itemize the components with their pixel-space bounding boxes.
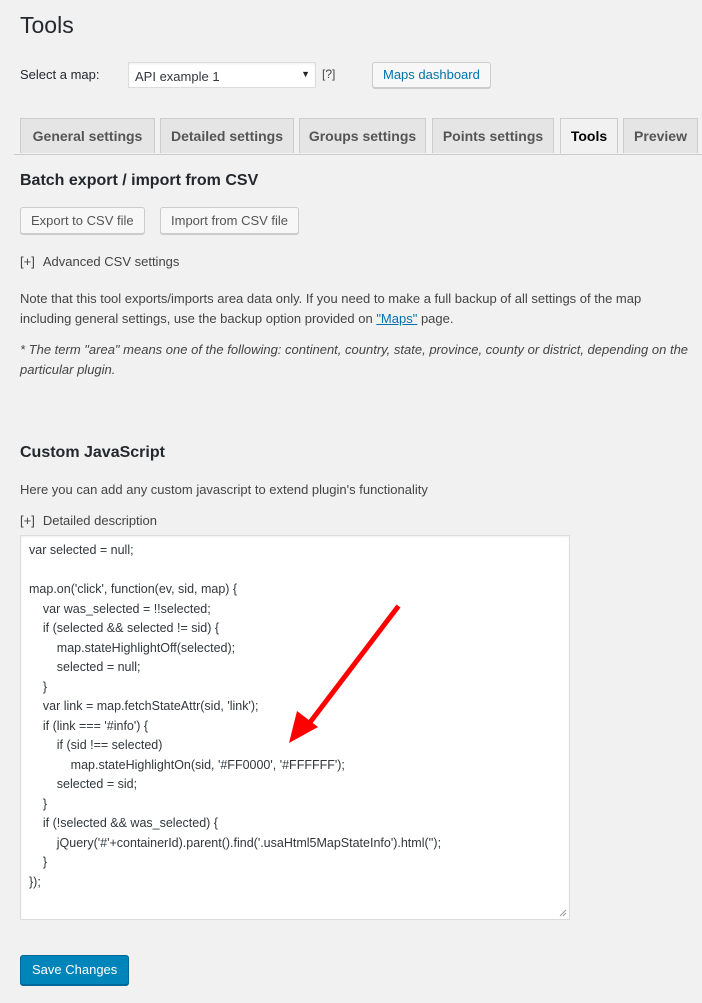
area-footnote: * The term "area" means one of the follo… <box>20 342 689 377</box>
page-title: Tools <box>20 12 74 38</box>
detailed-description-toggle[interactable]: [+] Detailed description <box>20 513 157 528</box>
advanced-csv-label: Advanced CSV settings <box>42 254 180 269</box>
expand-icon: [+] <box>20 254 35 269</box>
tab-general-settings[interactable]: General settings <box>20 118 155 153</box>
resize-handle-icon[interactable] <box>559 909 567 917</box>
csv-section-title: Batch export / import from CSV <box>20 172 259 189</box>
select-map-label: Select a map: <box>20 67 100 82</box>
csv-note: Note that this tool exports/imports area… <box>20 289 695 329</box>
tab-tools[interactable]: Tools <box>560 118 618 154</box>
maps-dashboard-button[interactable]: Maps dashboard <box>372 62 491 88</box>
csv-note-text: Note that this tool exports/imports area… <box>20 291 642 326</box>
map-select-value: API example 1 <box>135 69 220 84</box>
tab-bar: General settings Detailed settings Group… <box>14 118 702 155</box>
help-link[interactable]: [?] <box>322 67 335 81</box>
custom-js-code[interactable]: var selected = null; map.on('click', fun… <box>29 541 441 892</box>
maps-page-link[interactable]: "Maps" <box>376 311 417 326</box>
tab-groups-settings[interactable]: Groups settings <box>299 118 426 153</box>
chevron-down-icon: ▼ <box>301 69 310 79</box>
map-selector-row: Select a map: API example 1 ▼ [?] Maps d… <box>20 62 700 90</box>
export-csv-button[interactable]: Export to CSV file <box>20 207 145 234</box>
map-select[interactable]: API example 1 ▼ <box>128 62 316 88</box>
custom-js-textarea[interactable]: var selected = null; map.on('click', fun… <box>20 535 570 920</box>
detailed-description-label: Detailed description <box>42 513 158 528</box>
custom-js-description: Here you can add any custom javascript t… <box>20 482 428 497</box>
tab-preview[interactable]: Preview <box>623 118 698 153</box>
csv-note-text-end: page. <box>417 311 454 326</box>
custom-js-title: Custom JavaScript <box>20 444 165 461</box>
advanced-csv-toggle[interactable]: [+] Advanced CSV settings <box>20 254 179 269</box>
import-csv-button[interactable]: Import from CSV file <box>160 207 300 234</box>
save-changes-button[interactable]: Save Changes <box>20 955 130 985</box>
expand-icon: [+] <box>20 513 35 528</box>
tab-detailed-settings[interactable]: Detailed settings <box>160 118 294 153</box>
tab-points-settings[interactable]: Points settings <box>432 118 554 153</box>
